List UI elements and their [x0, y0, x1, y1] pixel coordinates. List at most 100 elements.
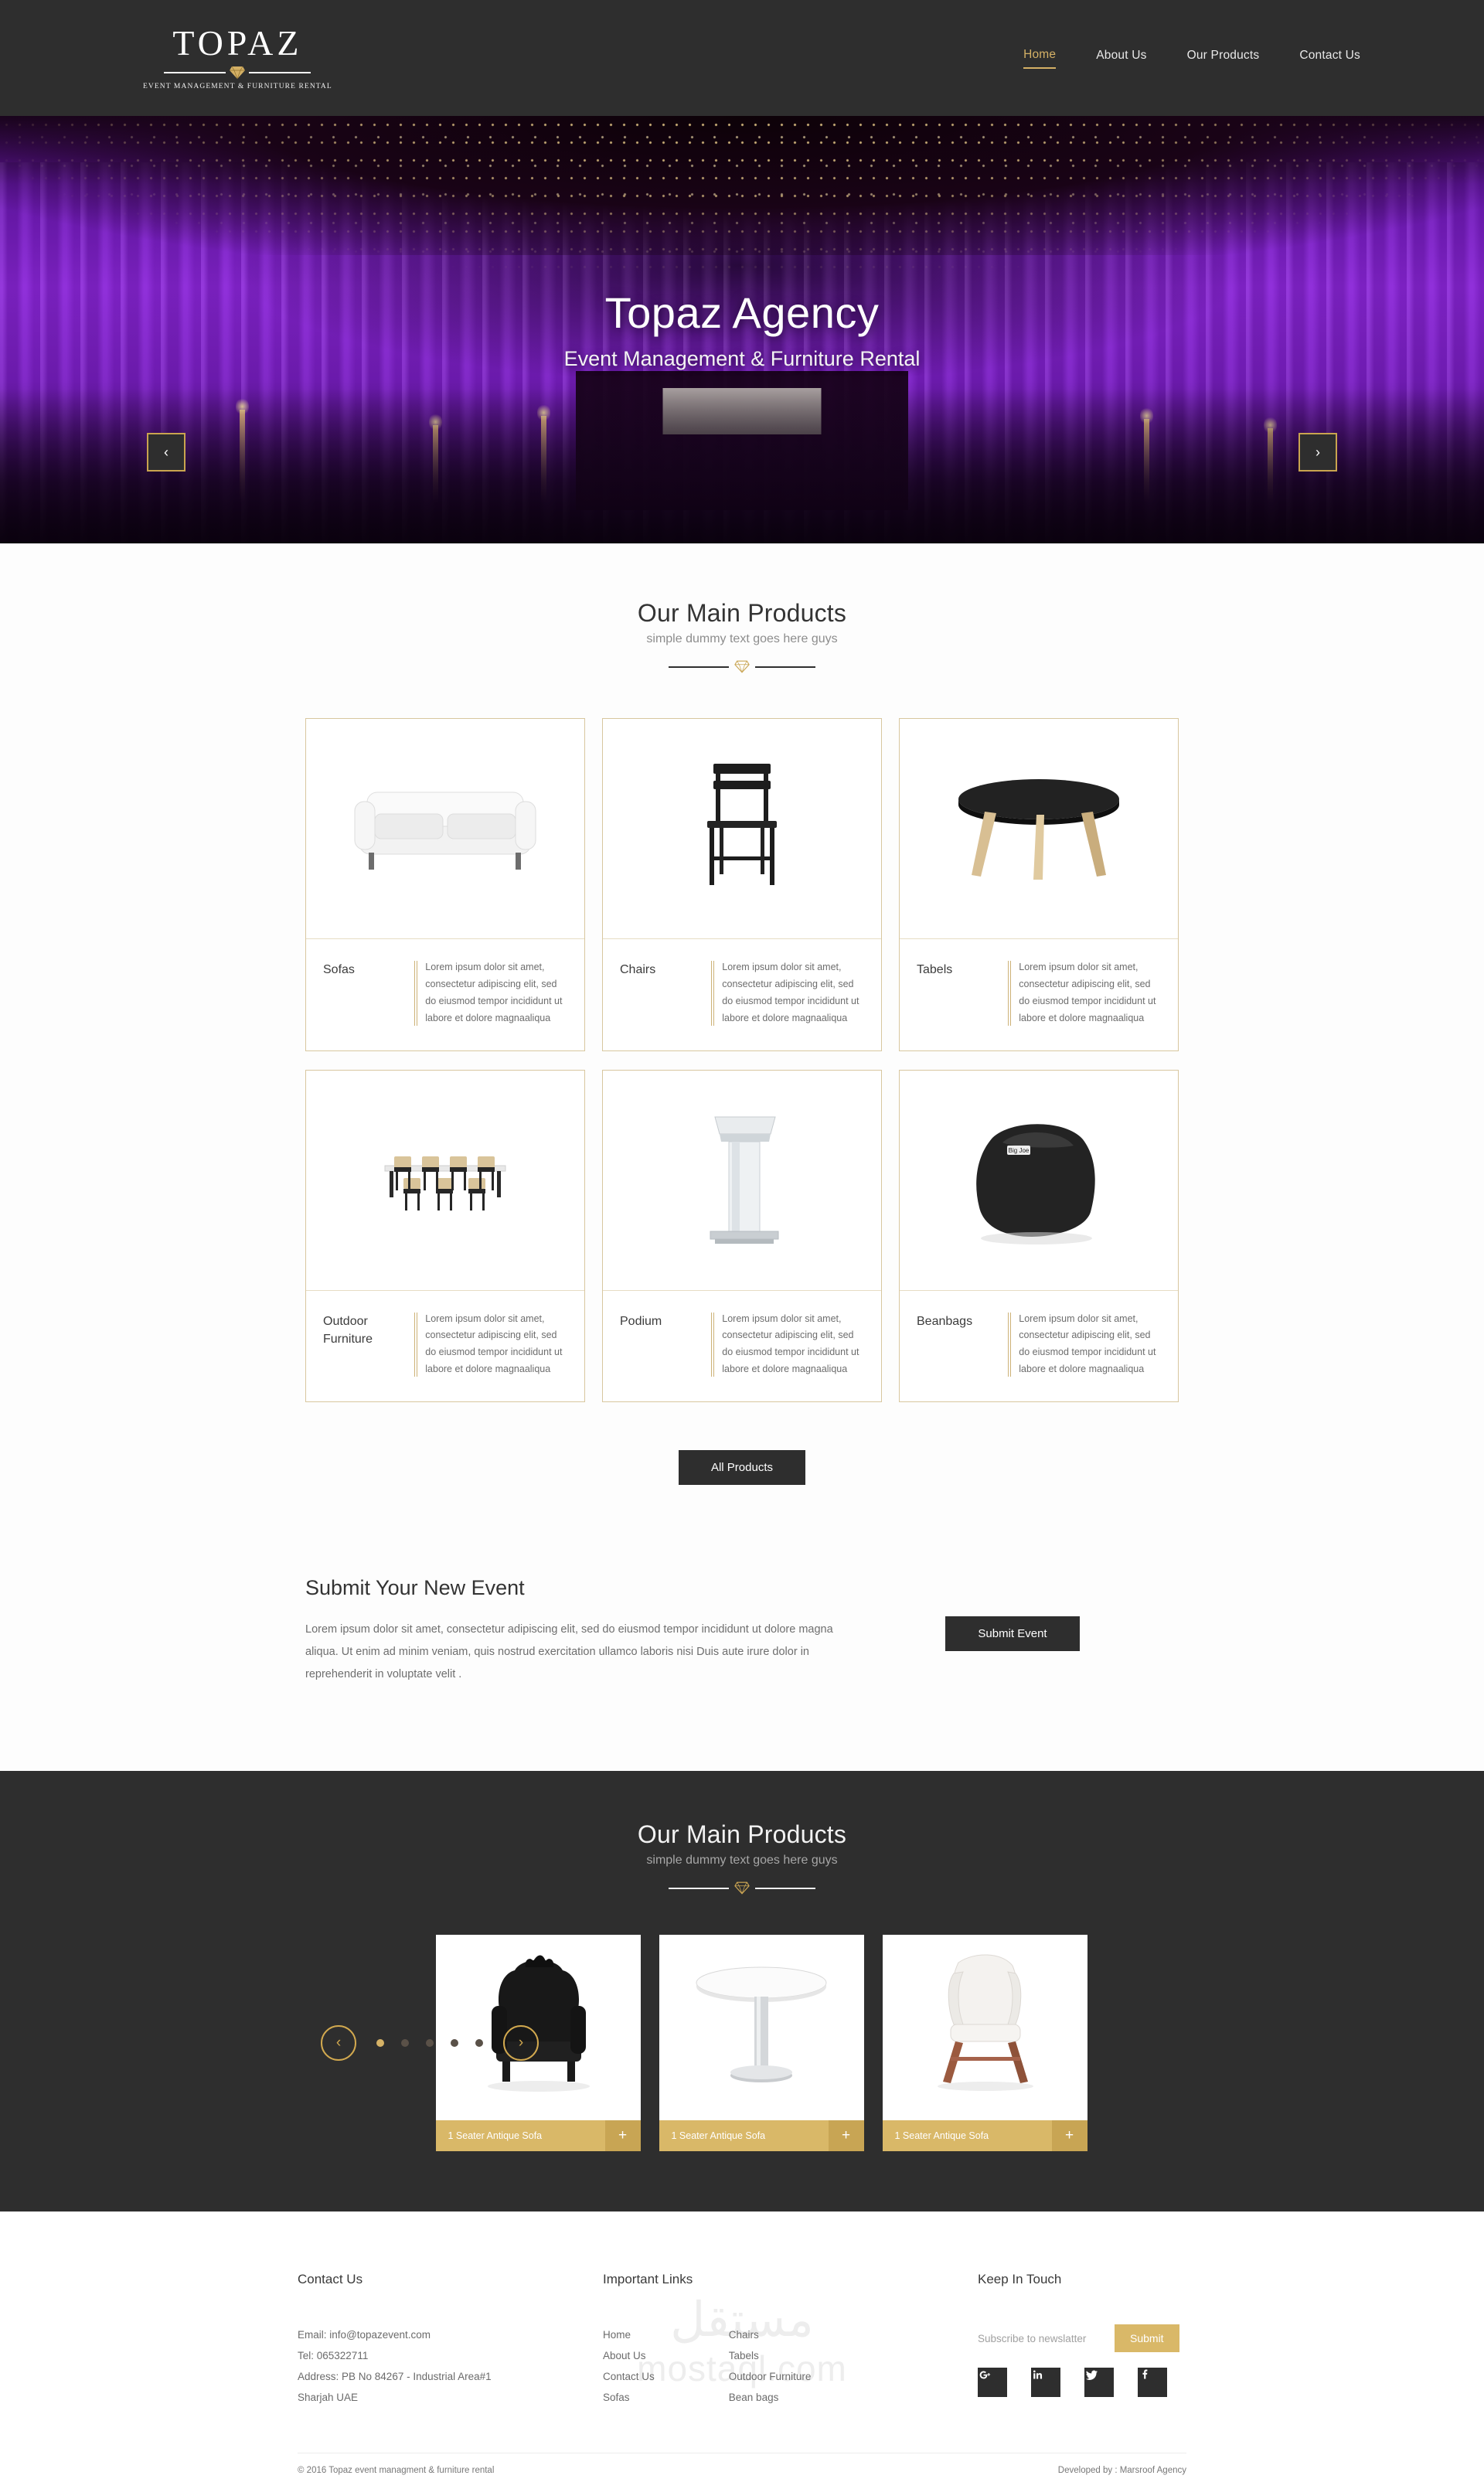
all-products-wrap: All Products: [0, 1450, 1484, 1485]
footer-links-lists: Home About Us Contact Us Sofas Chairs Ta…: [603, 2324, 966, 2408]
carousel-prev-button[interactable]: ‹: [321, 2025, 356, 2061]
featured-products-section: Our Main Products simple dummy text goes…: [0, 1771, 1484, 2211]
twitter-icon[interactable]: [1084, 2368, 1114, 2397]
carousel-item-footer: 1 Seater Antique Sofa +: [659, 2120, 864, 2151]
nav-item-contact-us[interactable]: Contact Us: [1299, 49, 1360, 68]
footer-links-title: Important Links: [603, 2272, 966, 2287]
carousel-controls: ‹ ›: [321, 2025, 539, 2061]
product-card[interactable]: Sofas Lorem ipsum dolor sit amet, consec…: [305, 718, 585, 1051]
section-divider: [669, 660, 815, 673]
products-heading-block: Our Main Products simple dummy text goes…: [0, 599, 1484, 673]
products-subtitle: simple dummy text goes here guys: [0, 632, 1484, 646]
carousel-item[interactable]: 1 Seater Antique Sofa +: [883, 1935, 1087, 2151]
carousel-item-footer: 1 Seater Antique Sofa +: [883, 2120, 1087, 2151]
product-description: Lorem ipsum dolor sit amet, consectetur …: [722, 959, 864, 1027]
footer-link-tabels[interactable]: Tabels: [729, 2345, 812, 2366]
footer-contact-column: Contact Us Email: info@topazevent.com Te…: [298, 2272, 591, 2408]
featured-heading-block: Our Main Products simple dummy text goes…: [0, 1820, 1484, 1895]
page-root: TOPAZ EVENT MANAGEMENT & FURNITURE RENTA…: [0, 0, 1484, 2489]
all-products-button[interactable]: All Products: [679, 1450, 805, 1485]
carousel-dot-1[interactable]: [376, 2039, 384, 2047]
footer-bottom-bar: © 2016 Topaz event managment & furniture…: [298, 2453, 1186, 2489]
developed-by-text: Developed by : Marsroof Agency: [1058, 2466, 1186, 2475]
carousel-item-add-button[interactable]: +: [829, 2120, 864, 2151]
nav-item-about-us[interactable]: About Us: [1096, 49, 1146, 68]
featured-carousel: ‹ ›: [305, 1935, 1179, 2151]
newsletter-submit-button[interactable]: Submit: [1115, 2324, 1179, 2352]
carousel-item-footer: 1 Seater Antique Sofa +: [436, 2120, 641, 2151]
logo-tagline: EVENT MANAGEMENT & FURNITURE RENTAL: [143, 83, 332, 90]
hero-next-arrow[interactable]: ›: [1298, 433, 1337, 472]
products-section: Our Main Products simple dummy text goes…: [0, 543, 1484, 1485]
nav-item-our-products[interactable]: Our Products: [1187, 49, 1260, 68]
facebook-icon[interactable]: [1138, 2368, 1167, 2397]
google-plus-icon[interactable]: [978, 2368, 1007, 2397]
submit-event-button[interactable]: Submit Event: [945, 1616, 1079, 1651]
carousel-next-button[interactable]: ›: [503, 2025, 539, 2061]
product-description: Lorem ipsum dolor sit amet, consectetur …: [722, 1311, 864, 1379]
featured-subtitle: simple dummy text goes here guys: [0, 1854, 1484, 1868]
footer-link-contact-us[interactable]: Contact Us: [603, 2366, 655, 2387]
product-card[interactable]: Tabels Lorem ipsum dolor sit amet, conse…: [899, 718, 1179, 1051]
footer-link-outdoor-furniture[interactable]: Outdoor Furniture: [729, 2366, 812, 2387]
product-card[interactable]: Podium Lorem ipsum dolor sit amet, conse…: [602, 1070, 882, 1403]
logo-rule-right: [249, 72, 311, 73]
footer-tel: Tel: 065322711: [298, 2345, 591, 2366]
carousel-item[interactable]: 1 Seater Antique Sofa +: [659, 1935, 864, 2151]
hero-content: Topaz Agency Event Management & Furnitur…: [0, 116, 1484, 543]
footer-links-list-2: Chairs Tabels Outdoor Furniture Bean bag…: [729, 2324, 812, 2408]
site-footer: مستقل mostaql.com Contact Us Email: info…: [0, 2211, 1484, 2489]
submit-event-action: Submit Event: [846, 1576, 1179, 1651]
product-card[interactable]: Outdoor Furniture Lorem ipsum dolor sit …: [305, 1070, 585, 1403]
product-card[interactable]: Big Joe Beanbags Lorem ipsum dolor sit a…: [899, 1070, 1179, 1403]
hero-prev-arrow[interactable]: ‹: [147, 433, 186, 472]
carousel-dot-5[interactable]: [475, 2039, 483, 2047]
product-name: Podium: [620, 1311, 711, 1330]
carousel-item-add-button[interactable]: +: [605, 2120, 641, 2151]
carousel-item-add-button[interactable]: +: [1052, 2120, 1087, 2151]
footer-link-bean-bags[interactable]: Bean bags: [729, 2387, 812, 2408]
product-card-body: Beanbags Lorem ipsum dolor sit amet, con…: [900, 1291, 1178, 1402]
diamond-icon: [229, 66, 246, 80]
chevron-right-icon: ›: [1316, 444, 1320, 461]
product-card[interactable]: Chairs Lorem ipsum dolor sit amet, conse…: [602, 718, 882, 1051]
carousel-item-label: 1 Seater Antique Sofa: [883, 2120, 1052, 2151]
carousel-image-lounge-chair: [883, 1935, 1087, 2120]
carousel-item-label: 1 Seater Antique Sofa: [659, 2120, 829, 2151]
carousel-image-pedestal-table: [659, 1935, 864, 2120]
product-name: Beanbags: [917, 1311, 1008, 1330]
site-logo[interactable]: TOPAZ EVENT MANAGEMENT & FURNITURE RENTA…: [143, 26, 332, 90]
hero-subtitle: Event Management & Furniture Rental: [564, 347, 921, 371]
submit-event-description: Lorem ipsum dolor sit amet, consectetur …: [305, 1619, 839, 1686]
hero-title: Topaz Agency: [605, 288, 880, 338]
footer-keep-in-touch-column: Keep In Touch Submit: [978, 2272, 1186, 2408]
carousel-dots: [376, 2039, 483, 2047]
hero-banner: Topaz Agency Event Management & Furnitur…: [0, 116, 1484, 543]
footer-address-line1: Address: PB No 84267 - Industrial Area#1: [298, 2366, 591, 2387]
product-image-outdoor: [306, 1071, 584, 1291]
footer-email: Email: info@topazevent.com: [298, 2324, 591, 2345]
product-image-beanbag: Big Joe: [900, 1071, 1178, 1291]
nav-item-home[interactable]: Home: [1023, 48, 1056, 69]
submit-event-text-block: Submit Your New Event Lorem ipsum dolor …: [305, 1576, 846, 1686]
diamond-icon: [734, 660, 750, 673]
footer-link-chairs[interactable]: Chairs: [729, 2324, 812, 2345]
footer-link-about-us[interactable]: About Us: [603, 2345, 655, 2366]
product-card-body: Sofas Lorem ipsum dolor sit amet, consec…: [306, 939, 584, 1050]
carousel-dot-4[interactable]: [451, 2039, 458, 2047]
linkedin-icon[interactable]: [1031, 2368, 1060, 2397]
newsletter-email-input[interactable]: [978, 2324, 1115, 2352]
social-links: [978, 2368, 1186, 2397]
footer-links-column: Important Links Home About Us Contact Us…: [603, 2272, 966, 2408]
carousel-dot-3[interactable]: [426, 2039, 434, 2047]
product-name: Outdoor Furniture: [323, 1311, 414, 1348]
footer-link-home[interactable]: Home: [603, 2324, 655, 2345]
product-image-podium: [603, 1071, 881, 1291]
carousel-dot-2[interactable]: [401, 2039, 409, 2047]
footer-link-sofas[interactable]: Sofas: [603, 2387, 655, 2408]
product-image-chair: [603, 719, 881, 939]
featured-title: Our Main Products: [0, 1820, 1484, 1849]
logo-rule: [164, 66, 311, 80]
product-description: Lorem ipsum dolor sit amet, consectetur …: [425, 959, 567, 1027]
footer-address-line2: Sharjah UAE: [298, 2387, 591, 2408]
